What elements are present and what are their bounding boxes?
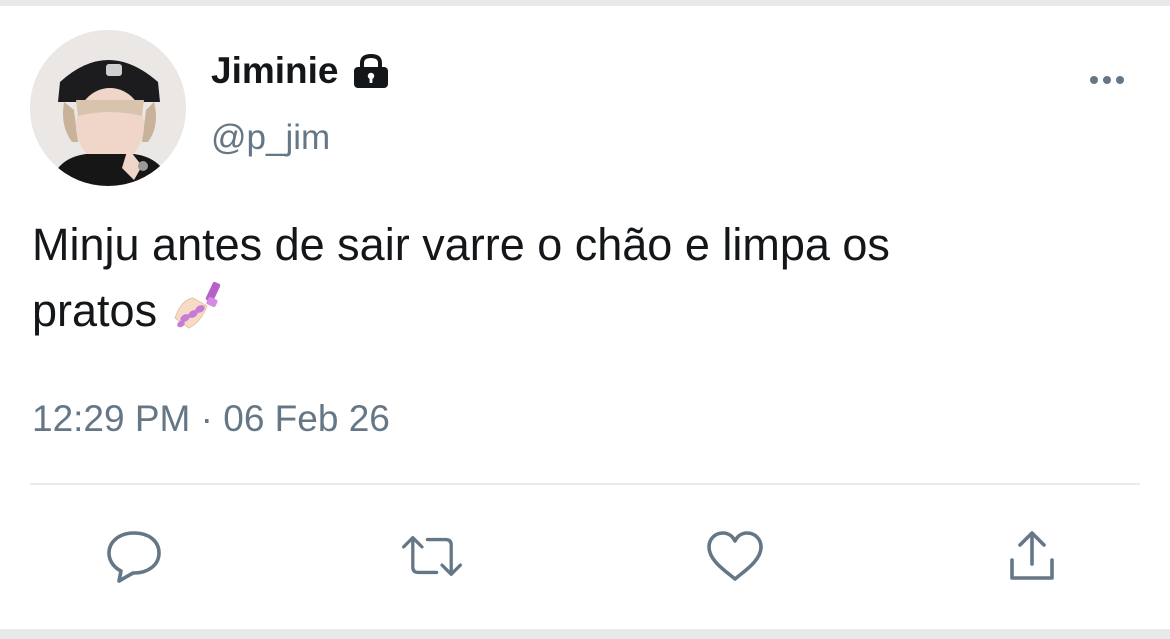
avatar[interactable] (30, 30, 186, 186)
top-separator (0, 0, 1170, 6)
bottom-separator (0, 629, 1170, 639)
reply-button[interactable] (102, 524, 166, 588)
tweet-text-line-2-words: pratos (32, 285, 158, 336)
divider (30, 483, 1140, 485)
tweet-text-line-2: pratos (32, 278, 1142, 344)
retweet-button[interactable] (400, 524, 464, 588)
timestamp[interactable]: 12:29 PM · 06 Feb 26 (32, 398, 390, 440)
handle[interactable]: @p_jim (211, 118, 330, 158)
retweet-icon (402, 536, 462, 576)
more-options-icon[interactable] (1086, 68, 1130, 92)
lock-icon (350, 53, 392, 89)
author-name-row: Jiminie (211, 50, 392, 92)
avatar-photo (30, 30, 186, 186)
heart-icon (707, 531, 763, 581)
like-button[interactable] (703, 524, 767, 588)
share-button[interactable] (1000, 524, 1064, 588)
display-name[interactable]: Jiminie (211, 50, 339, 92)
tweet-text: Minju antes de sair varre o chão e limpa… (32, 212, 1142, 344)
share-icon (1010, 531, 1054, 580)
reply-icon (107, 531, 161, 583)
nail-polish-emoji-icon (171, 278, 229, 332)
tweet-text-line-1: Minju antes de sair varre o chão e limpa… (32, 219, 890, 270)
